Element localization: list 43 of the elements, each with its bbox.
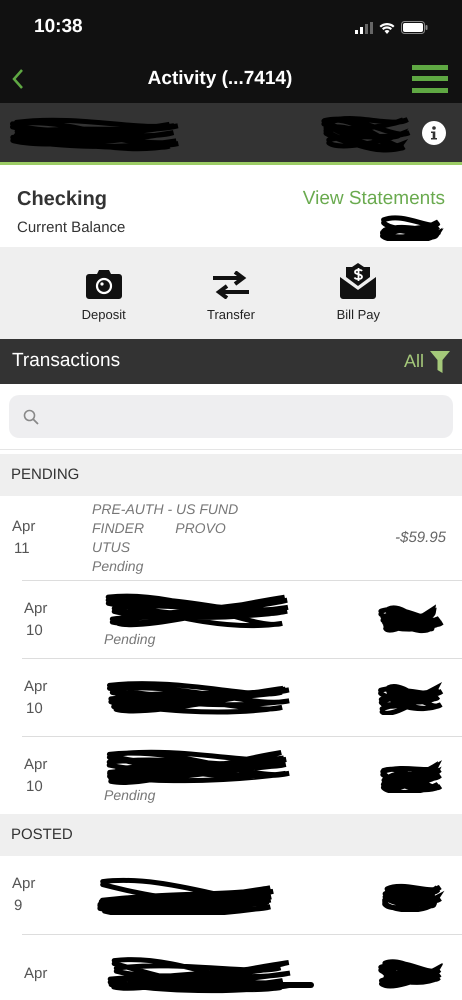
date-month: Apr: [12, 874, 36, 894]
action-button[interactable]: Transfer: [186, 261, 276, 325]
transaction-description: PRE-AUTH - US FUND FINDER PROVO UTUS: [92, 500, 240, 557]
filter-icon: [430, 350, 450, 372]
battery-icon: [401, 21, 428, 34]
transaction-amount: -$59.95: [395, 528, 446, 548]
back-icon: [12, 68, 24, 90]
section-title: Transactions: [12, 349, 120, 374]
account-name: Checking: [17, 187, 108, 211]
wifi-icon: [379, 22, 395, 34]
status-time: 10:38: [34, 15, 83, 40]
section-header: POSTED: [11, 824, 73, 845]
transfer-icon: [212, 271, 249, 300]
date-month: Apr: [24, 964, 48, 984]
transaction-status: Pending: [104, 786, 156, 805]
date-month: Apr: [24, 754, 48, 774]
screen-title: Activity (...7414): [148, 66, 292, 91]
action-button[interactable]: Deposit: [58, 261, 149, 325]
menu-icon: [412, 65, 448, 93]
camera-icon: [86, 269, 122, 300]
filter-button[interactable]: All: [404, 348, 450, 375]
signal-icon: [355, 22, 373, 34]
transaction-status: Pending: [92, 557, 144, 576]
transaction-status: Pending: [104, 630, 156, 649]
search-field[interactable]: [9, 395, 453, 438]
date-day: 10: [24, 698, 104, 720]
date-day: 10: [24, 620, 104, 642]
date-month: Apr: [24, 598, 48, 618]
envelope-dollar-icon: [340, 263, 376, 300]
date-month: Apr: [24, 676, 48, 696]
action-button[interactable]: Bill Pay: [313, 261, 404, 325]
date-day: 9: [12, 895, 92, 917]
balance-label: Current Balance: [17, 218, 126, 238]
menu-button[interactable]: [412, 64, 450, 94]
date-month: Apr: [12, 517, 36, 537]
redaction-scribble: [376, 956, 446, 990]
date-day: 11: [12, 538, 92, 560]
section-header: PENDING: [11, 464, 80, 485]
date-day: 10: [24, 776, 104, 798]
info-button[interactable]: [422, 120, 446, 144]
search-icon: [23, 408, 39, 424]
redaction-scribble: [376, 680, 446, 714]
info-icon: [430, 126, 438, 140]
